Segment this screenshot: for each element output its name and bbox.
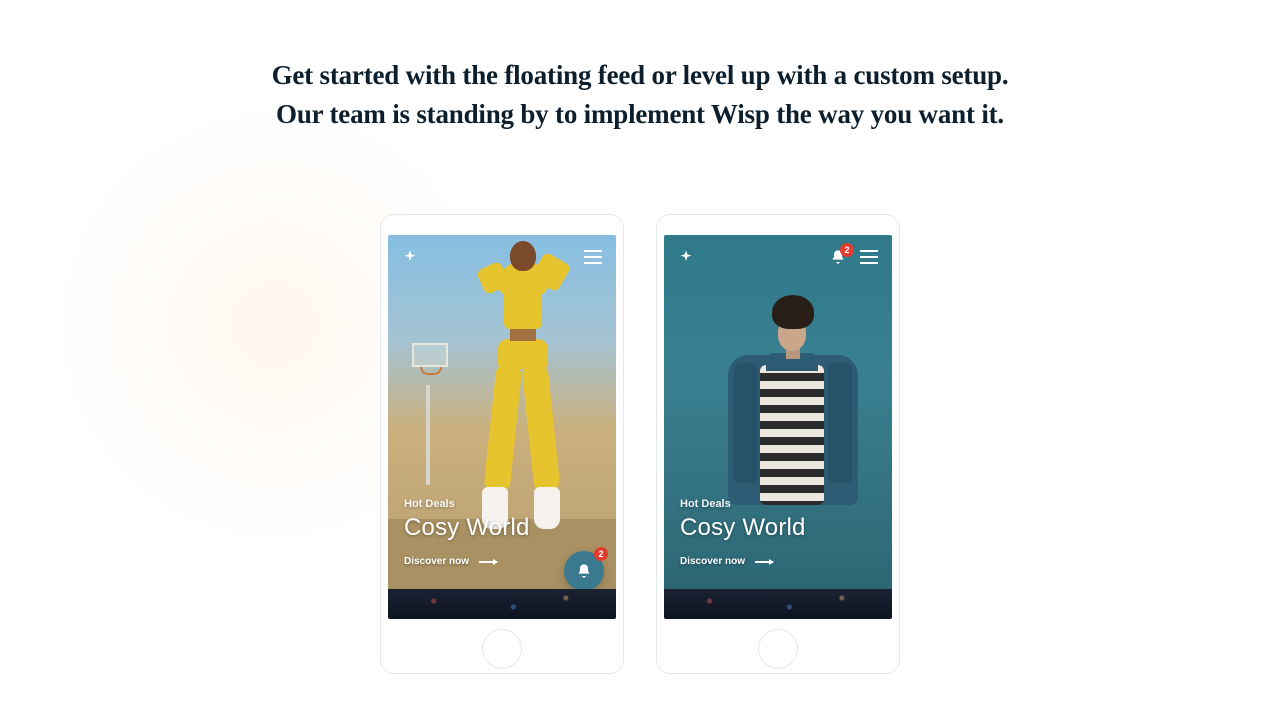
- arrow-right-icon: [479, 561, 497, 563]
- phone-mockups: Hot Deals Cosy World Discover now 2: [0, 214, 1280, 674]
- menu-icon[interactable]: [584, 250, 602, 264]
- cta-label: Discover now: [680, 556, 745, 567]
- arrow-right-icon: [755, 561, 773, 563]
- next-card-peek[interactable]: [388, 589, 616, 619]
- cta-label: Discover now: [404, 556, 469, 567]
- phone-mockup-left: Hot Deals Cosy World Discover now 2: [380, 214, 624, 674]
- discover-cta[interactable]: Discover now: [404, 556, 530, 567]
- hero-image[interactable]: 2 Hot Deals Cosy World Discover now: [664, 235, 892, 589]
- bell-icon: [576, 563, 592, 579]
- sparkle-icon[interactable]: [678, 249, 694, 265]
- phone-mockup-right: 2 Hot Deals Cosy World Discover now: [656, 214, 900, 674]
- sparkle-icon[interactable]: [402, 249, 418, 265]
- hero-text: Hot Deals Cosy World Discover now: [680, 498, 806, 567]
- headline-line-2: Our team is standing by to implement Wis…: [0, 95, 1280, 134]
- hero-eyebrow: Hot Deals: [680, 498, 806, 510]
- menu-icon[interactable]: [860, 250, 878, 264]
- hero-title: Cosy World: [404, 514, 530, 542]
- hero-topbar: [402, 249, 602, 265]
- hero-topbar: 2: [678, 249, 878, 265]
- notification-badge: 2: [840, 243, 854, 257]
- hero-text: Hot Deals Cosy World Discover now: [404, 498, 530, 567]
- hero-title: Cosy World: [680, 514, 806, 542]
- next-card-peek[interactable]: [664, 589, 892, 619]
- headline-line-1: Get started with the floating feed or le…: [0, 56, 1280, 95]
- headline: Get started with the floating feed or le…: [0, 0, 1280, 134]
- home-button[interactable]: [758, 629, 798, 669]
- notification-bell[interactable]: 2: [830, 249, 846, 265]
- home-button[interactable]: [482, 629, 522, 669]
- hero-image[interactable]: Hot Deals Cosy World Discover now 2: [388, 235, 616, 589]
- discover-cta[interactable]: Discover now: [680, 556, 806, 567]
- phone-screen: 2 Hot Deals Cosy World Discover now: [664, 235, 892, 619]
- notification-fab[interactable]: 2: [564, 551, 604, 589]
- phone-screen: Hot Deals Cosy World Discover now 2: [388, 235, 616, 619]
- hero-eyebrow: Hot Deals: [404, 498, 530, 510]
